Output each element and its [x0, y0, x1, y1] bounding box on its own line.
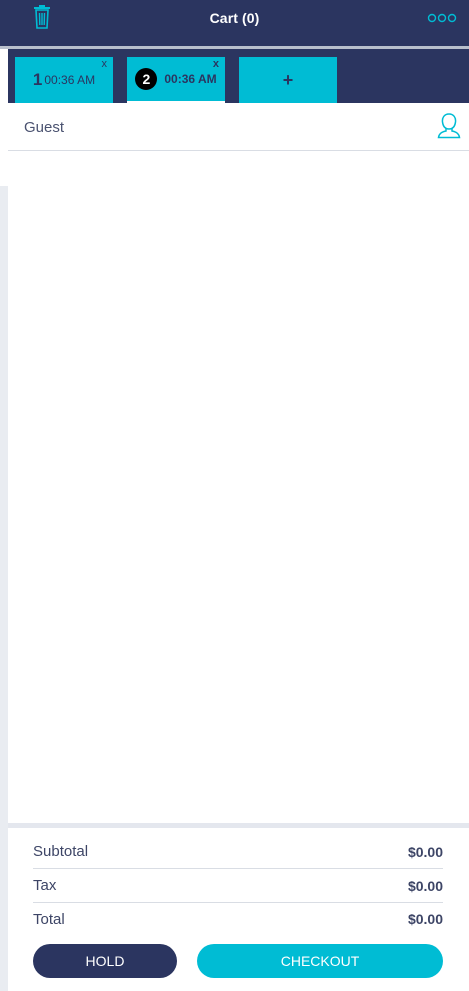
- left-edge-strip: [0, 49, 8, 991]
- cart-tab-2[interactable]: x 2 00:36 AM: [127, 57, 225, 103]
- checkout-button[interactable]: CHECKOUT: [197, 944, 443, 978]
- tax-row: Tax $0.00: [33, 869, 443, 903]
- user-icon[interactable]: [437, 112, 461, 140]
- subtotal-label: Subtotal: [33, 843, 89, 860]
- subtotal-row: Subtotal $0.00: [33, 835, 443, 869]
- hold-button[interactable]: HOLD: [33, 944, 177, 978]
- cart-items-list: [8, 151, 469, 823]
- total-label: Total: [33, 910, 65, 928]
- tab-time: 00:36 AM: [164, 72, 217, 86]
- cart-tab-bar: x 1 00:36 AM x 2 00:36 AM +: [8, 49, 469, 103]
- trash-icon[interactable]: [31, 4, 55, 30]
- totals-panel: Subtotal $0.00 Tax $0.00 Total $0.00 HOL…: [8, 828, 469, 991]
- page-title: Cart (0): [209, 10, 260, 26]
- total-value: $0.00: [407, 911, 443, 927]
- tab-time: 00:36 AM: [44, 73, 96, 87]
- tax-value: $0.00: [407, 877, 443, 894]
- guest-row[interactable]: Guest: [8, 103, 469, 151]
- cart-header: Cart (0): [0, 0, 469, 46]
- close-tab-1-icon[interactable]: x: [102, 57, 108, 71]
- more-dots-icon[interactable]: [427, 12, 457, 24]
- tab-number: 1: [32, 70, 43, 89]
- total-row: Total $0.00: [33, 902, 443, 936]
- guest-label: Guest: [24, 119, 65, 136]
- close-tab-2-icon[interactable]: x: [213, 57, 219, 71]
- cart-tab-1[interactable]: x 1 00:36 AM: [15, 57, 113, 103]
- subtotal-value: $0.00: [407, 843, 443, 860]
- tab-number-badge: 2: [135, 68, 158, 90]
- plus-icon: +: [282, 69, 294, 90]
- left-edge-strip-top: [0, 49, 8, 186]
- add-tab-button[interactable]: +: [239, 57, 337, 103]
- tax-label: Tax: [33, 877, 57, 894]
